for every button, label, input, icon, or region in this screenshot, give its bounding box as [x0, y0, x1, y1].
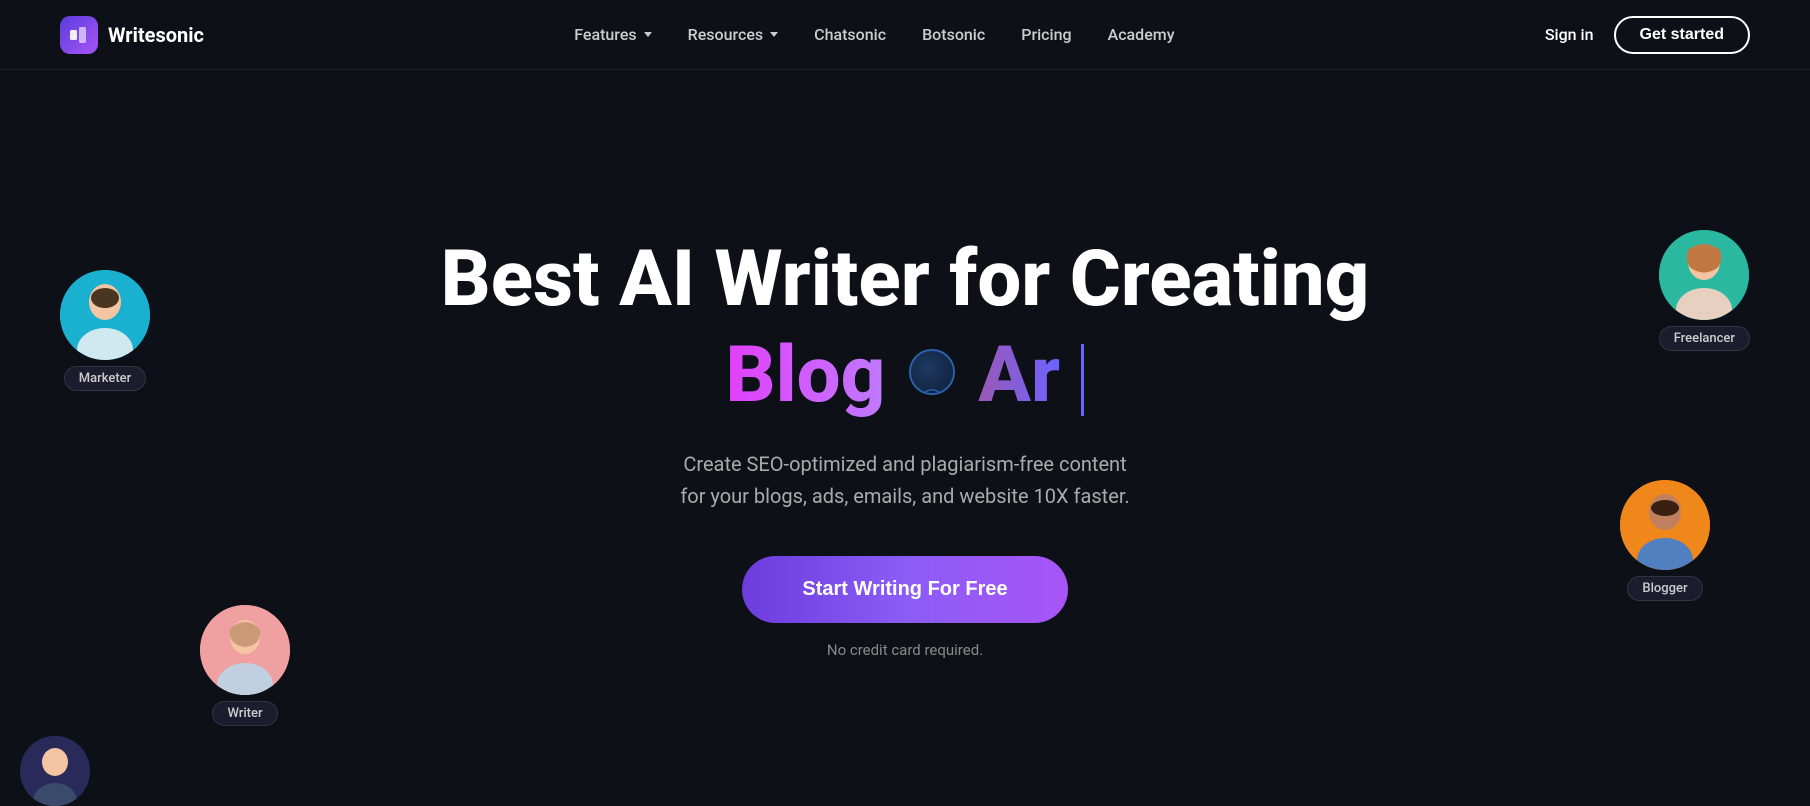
- hero-subtitle: Create SEO-optimized and plagiarism-free…: [680, 448, 1129, 512]
- hero-title-line1: Best AI Writer for Creating: [441, 237, 1370, 323]
- nav-resources[interactable]: Resources: [688, 25, 779, 44]
- chevron-down-icon: [770, 32, 778, 37]
- avatar-marketer: Marketer: [60, 270, 150, 391]
- nav-academy[interactable]: Academy: [1108, 25, 1175, 44]
- avatar-freelancer: Freelancer: [1659, 230, 1750, 351]
- avatar-writer: Writer: [200, 605, 290, 726]
- logo-link[interactable]: Writesonic: [60, 16, 204, 54]
- nav-botsonic[interactable]: Botsonic: [922, 25, 985, 44]
- avatar-freelancer-image: [1659, 230, 1749, 320]
- avatar-blogger-label: Blogger: [1627, 576, 1702, 601]
- signin-link[interactable]: Sign in: [1545, 25, 1594, 44]
- navbar: Writesonic Features Resources Chatsonic …: [0, 0, 1810, 70]
- avatar-bottom-partial: [20, 736, 90, 806]
- hero-blog-word: Blog: [726, 330, 886, 421]
- brand-name: Writesonic: [108, 23, 204, 47]
- logo-icon: [60, 16, 98, 54]
- cursor-blink: [1081, 344, 1084, 416]
- nav-links: Features Resources Chatsonic Botsonic Pr…: [574, 25, 1174, 44]
- avatar-bottom-image: [20, 736, 90, 806]
- hero-art-word: Ar: [978, 330, 1060, 421]
- avatar-writer-image: [200, 605, 290, 695]
- nav-pricing[interactable]: Pricing: [1021, 25, 1071, 44]
- avatar-blogger: Blogger: [1620, 480, 1710, 601]
- nav-features[interactable]: Features: [574, 25, 651, 44]
- no-credit-card-text: No credit card required.: [827, 641, 983, 659]
- cta-start-writing-button[interactable]: Start Writing For Free: [742, 556, 1067, 623]
- chevron-down-icon: [644, 32, 652, 37]
- hero-title-line2: Blog Ar: [726, 333, 1085, 419]
- get-started-button[interactable]: Get started: [1614, 16, 1750, 54]
- avatar-freelancer-label: Freelancer: [1659, 326, 1750, 351]
- ai-mic-icon: [909, 349, 955, 395]
- avatar-blogger-image: [1620, 480, 1710, 570]
- avatar-marketer-image: [60, 270, 150, 360]
- avatar-writer-label: Writer: [212, 701, 277, 726]
- nav-chatsonic[interactable]: Chatsonic: [814, 25, 886, 44]
- nav-actions: Sign in Get started: [1545, 16, 1750, 54]
- hero-section: Marketer Writer: [0, 70, 1810, 806]
- avatar-marketer-label: Marketer: [64, 366, 146, 391]
